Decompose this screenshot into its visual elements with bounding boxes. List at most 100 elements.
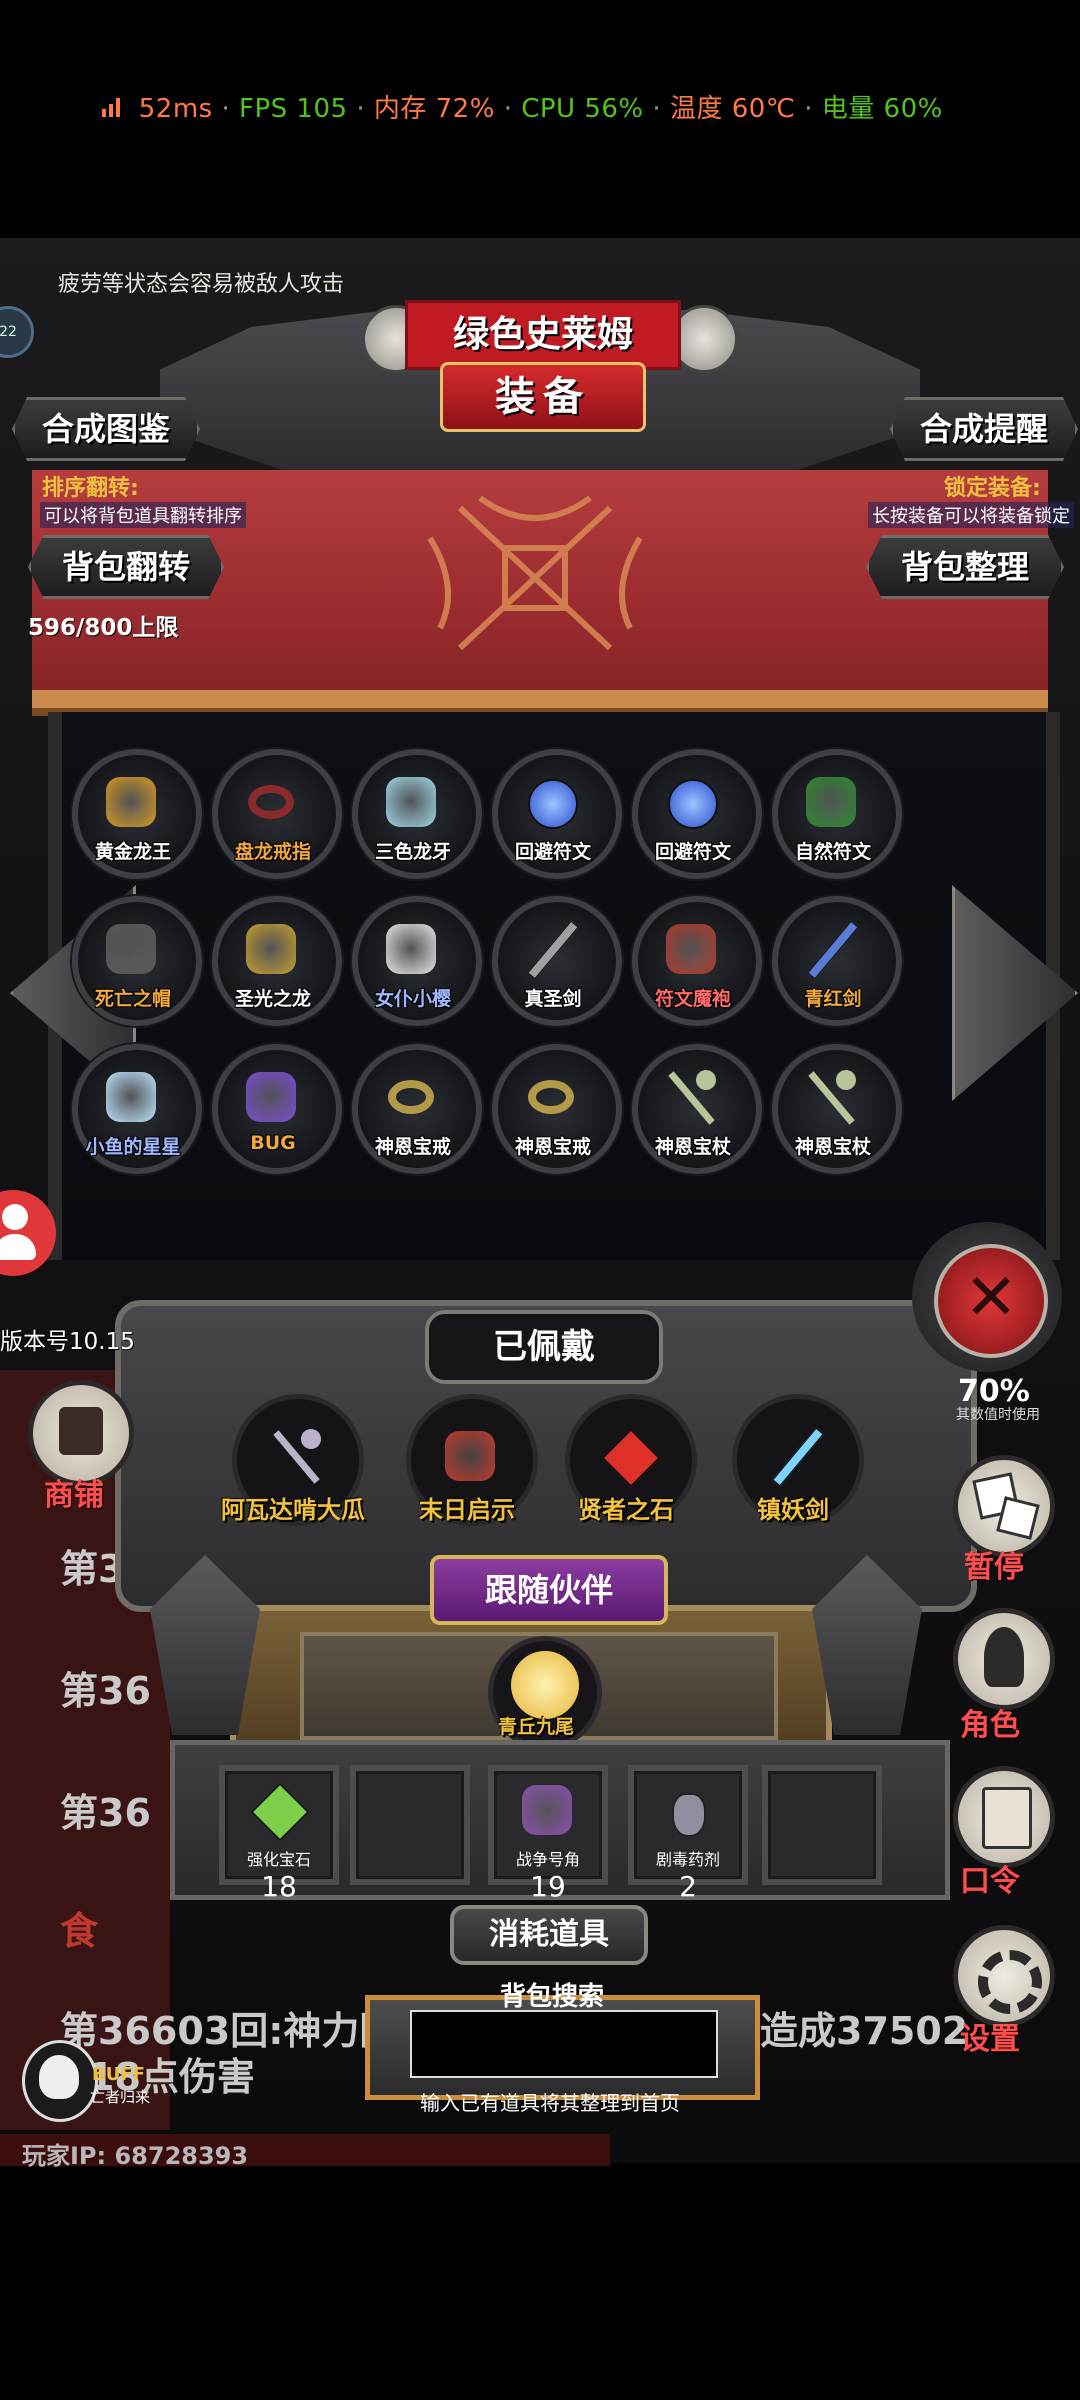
item-name: 回避符文 bbox=[654, 841, 731, 863]
separator: · bbox=[652, 94, 662, 124]
consumable-slot[interactable] bbox=[762, 1765, 882, 1885]
collection-button[interactable]: 合成图鉴 bbox=[12, 397, 200, 461]
log-line: 造成37502 bbox=[760, 2009, 969, 2053]
bag-search-input[interactable] bbox=[410, 2010, 718, 2078]
cpu: CPU 56% bbox=[521, 94, 644, 124]
inventory-slot[interactable]: 黄金龙王 bbox=[72, 749, 202, 879]
staff-icon bbox=[800, 1066, 862, 1128]
sword-icon bbox=[800, 918, 862, 980]
role-label[interactable]: 角色 bbox=[960, 1700, 1020, 1744]
hat-icon bbox=[100, 918, 162, 980]
equipped-title: 已佩戴 bbox=[425, 1310, 663, 1384]
equipped-item-name: 镇妖剑 bbox=[757, 1496, 829, 1524]
inventory-slot[interactable]: 符文魔袍 bbox=[632, 896, 762, 1026]
log-line: 第36 bbox=[60, 1791, 151, 1835]
horn-icon bbox=[516, 1779, 578, 1841]
inventory-slot[interactable]: 神恩宝戒 bbox=[492, 1044, 622, 1174]
companion-name: 青丘九尾 bbox=[498, 1716, 575, 1738]
search-title: 背包搜索 bbox=[500, 1982, 605, 2012]
axe-icon bbox=[439, 1425, 501, 1487]
item-name: 死亡之帽 bbox=[94, 988, 171, 1010]
item-name: 神恩宝杖 bbox=[654, 1136, 731, 1158]
synthesis-reminder-button[interactable]: 合成提醒 bbox=[890, 397, 1078, 461]
signal-icon bbox=[102, 98, 120, 117]
code-label[interactable]: 口令 bbox=[960, 1856, 1020, 1900]
inventory-slot[interactable]: 小鱼的星星 bbox=[72, 1044, 202, 1174]
inventory-slot[interactable]: 回避符文 bbox=[492, 749, 622, 879]
item-name: 真圣剑 bbox=[524, 988, 582, 1010]
item-name: 神恩宝杖 bbox=[794, 1136, 871, 1158]
partial-caption: 其数值时使用 bbox=[956, 1407, 1040, 1423]
item-name: 女仆小樱 bbox=[374, 988, 451, 1010]
consumable-slot[interactable] bbox=[350, 1765, 470, 1885]
inventory-slot[interactable]: 圣光之龙 bbox=[212, 896, 342, 1026]
pause-label[interactable]: 暂停 bbox=[964, 1542, 1024, 1586]
version-label: 版本号10.15 bbox=[0, 1329, 135, 1355]
inventory-slot[interactable]: 真圣剑 bbox=[492, 896, 622, 1026]
consumable-name: 剧毒药剂 bbox=[655, 1850, 720, 1869]
buff-sub-label: 亡者归来 bbox=[90, 2088, 151, 2106]
inventory-slot[interactable]: 三色龙牙 bbox=[352, 749, 482, 879]
separator: · bbox=[503, 94, 513, 124]
bag-sort-button[interactable]: 背包整理 bbox=[866, 535, 1064, 599]
skull-buff-icon[interactable] bbox=[22, 2040, 98, 2122]
page-title: 装备 bbox=[440, 362, 646, 432]
item-name: BUG bbox=[250, 1132, 296, 1154]
buff-label: BUFF bbox=[92, 2064, 145, 2085]
ring-icon bbox=[520, 1066, 582, 1128]
inventory-slot[interactable]: 回避符文 bbox=[632, 749, 762, 879]
dragon-icon bbox=[240, 918, 302, 980]
robe-icon bbox=[660, 918, 722, 980]
sword-icon bbox=[765, 1425, 827, 1487]
separator: · bbox=[221, 94, 231, 124]
crossed-swords-emblem-icon bbox=[427, 495, 643, 651]
battery: 电量 60% bbox=[821, 94, 943, 124]
equipped-item-name: 阿瓦达啃大瓜 bbox=[221, 1496, 365, 1524]
staff-icon bbox=[660, 1066, 722, 1128]
settings-gear-icon[interactable] bbox=[953, 1925, 1055, 2027]
inventory-slot[interactable]: BUG bbox=[212, 1044, 342, 1174]
inventory-slot[interactable]: 女仆小樱 bbox=[352, 896, 482, 1026]
item-name: 圣光之龙 bbox=[234, 988, 311, 1010]
inventory-slot[interactable]: 青红剑 bbox=[772, 896, 902, 1026]
monster-name: 绿色史莱姆 bbox=[405, 300, 681, 370]
companion-title: 跟随伙伴 bbox=[430, 1555, 668, 1625]
codebook-icon[interactable] bbox=[953, 1766, 1055, 1868]
leaf-rune-icon bbox=[800, 771, 862, 833]
item-name: 神恩宝戒 bbox=[514, 1136, 591, 1158]
ring-icon bbox=[240, 771, 302, 833]
temperature: 温度 60℃ bbox=[669, 94, 796, 124]
consumable-name: 强化宝石 bbox=[246, 1850, 311, 1869]
latency: 52ms bbox=[138, 94, 213, 124]
consumable-count: 19 bbox=[530, 1870, 566, 1903]
inventory-slot[interactable]: 神恩宝杖 bbox=[632, 1044, 762, 1174]
consumables-title: 消耗道具 bbox=[450, 1905, 648, 1965]
sword-icon bbox=[520, 918, 582, 980]
item-name: 神恩宝戒 bbox=[374, 1136, 451, 1158]
shop-label[interactable]: 商铺 bbox=[44, 1470, 104, 1514]
settings-label[interactable]: 设置 bbox=[960, 2014, 1020, 2058]
bug-icon bbox=[240, 1066, 302, 1128]
inventory-slot[interactable]: 自然符文 bbox=[772, 749, 902, 879]
inventory-slot[interactable]: 神恩宝杖 bbox=[772, 1044, 902, 1174]
character-icon[interactable] bbox=[953, 1608, 1055, 1710]
close-icon[interactable]: ✕ bbox=[934, 1244, 1048, 1358]
ring-icon bbox=[380, 1066, 442, 1128]
item-name: 盘龙戒指 bbox=[234, 841, 311, 863]
log-line: 第36 bbox=[60, 1669, 151, 1713]
dragon-icon bbox=[100, 771, 162, 833]
rune-icon bbox=[660, 771, 722, 833]
flip-label: 排序翻转: bbox=[42, 476, 139, 501]
hint-text: 疲劳等状态会容易被敌人攻击 bbox=[58, 272, 345, 297]
player-ip: 玩家IP: 68728393 bbox=[22, 2142, 249, 2170]
bag-flip-button[interactable]: 背包翻转 bbox=[28, 535, 224, 599]
item-name: 符文魔袍 bbox=[654, 988, 731, 1010]
item-name: 黄金龙王 bbox=[94, 841, 171, 863]
inventory-slot[interactable]: 死亡之帽 bbox=[72, 896, 202, 1026]
inventory-slot[interactable]: 盘龙戒指 bbox=[212, 749, 342, 879]
flip-description: 可以将背包道具翻转排序 bbox=[40, 502, 246, 528]
search-tip: 输入已有道具将其整理到首页 bbox=[420, 2091, 680, 2115]
star-wand-icon bbox=[100, 1066, 162, 1128]
gem-icon bbox=[247, 1779, 310, 1842]
inventory-slot[interactable]: 神恩宝戒 bbox=[352, 1044, 482, 1174]
